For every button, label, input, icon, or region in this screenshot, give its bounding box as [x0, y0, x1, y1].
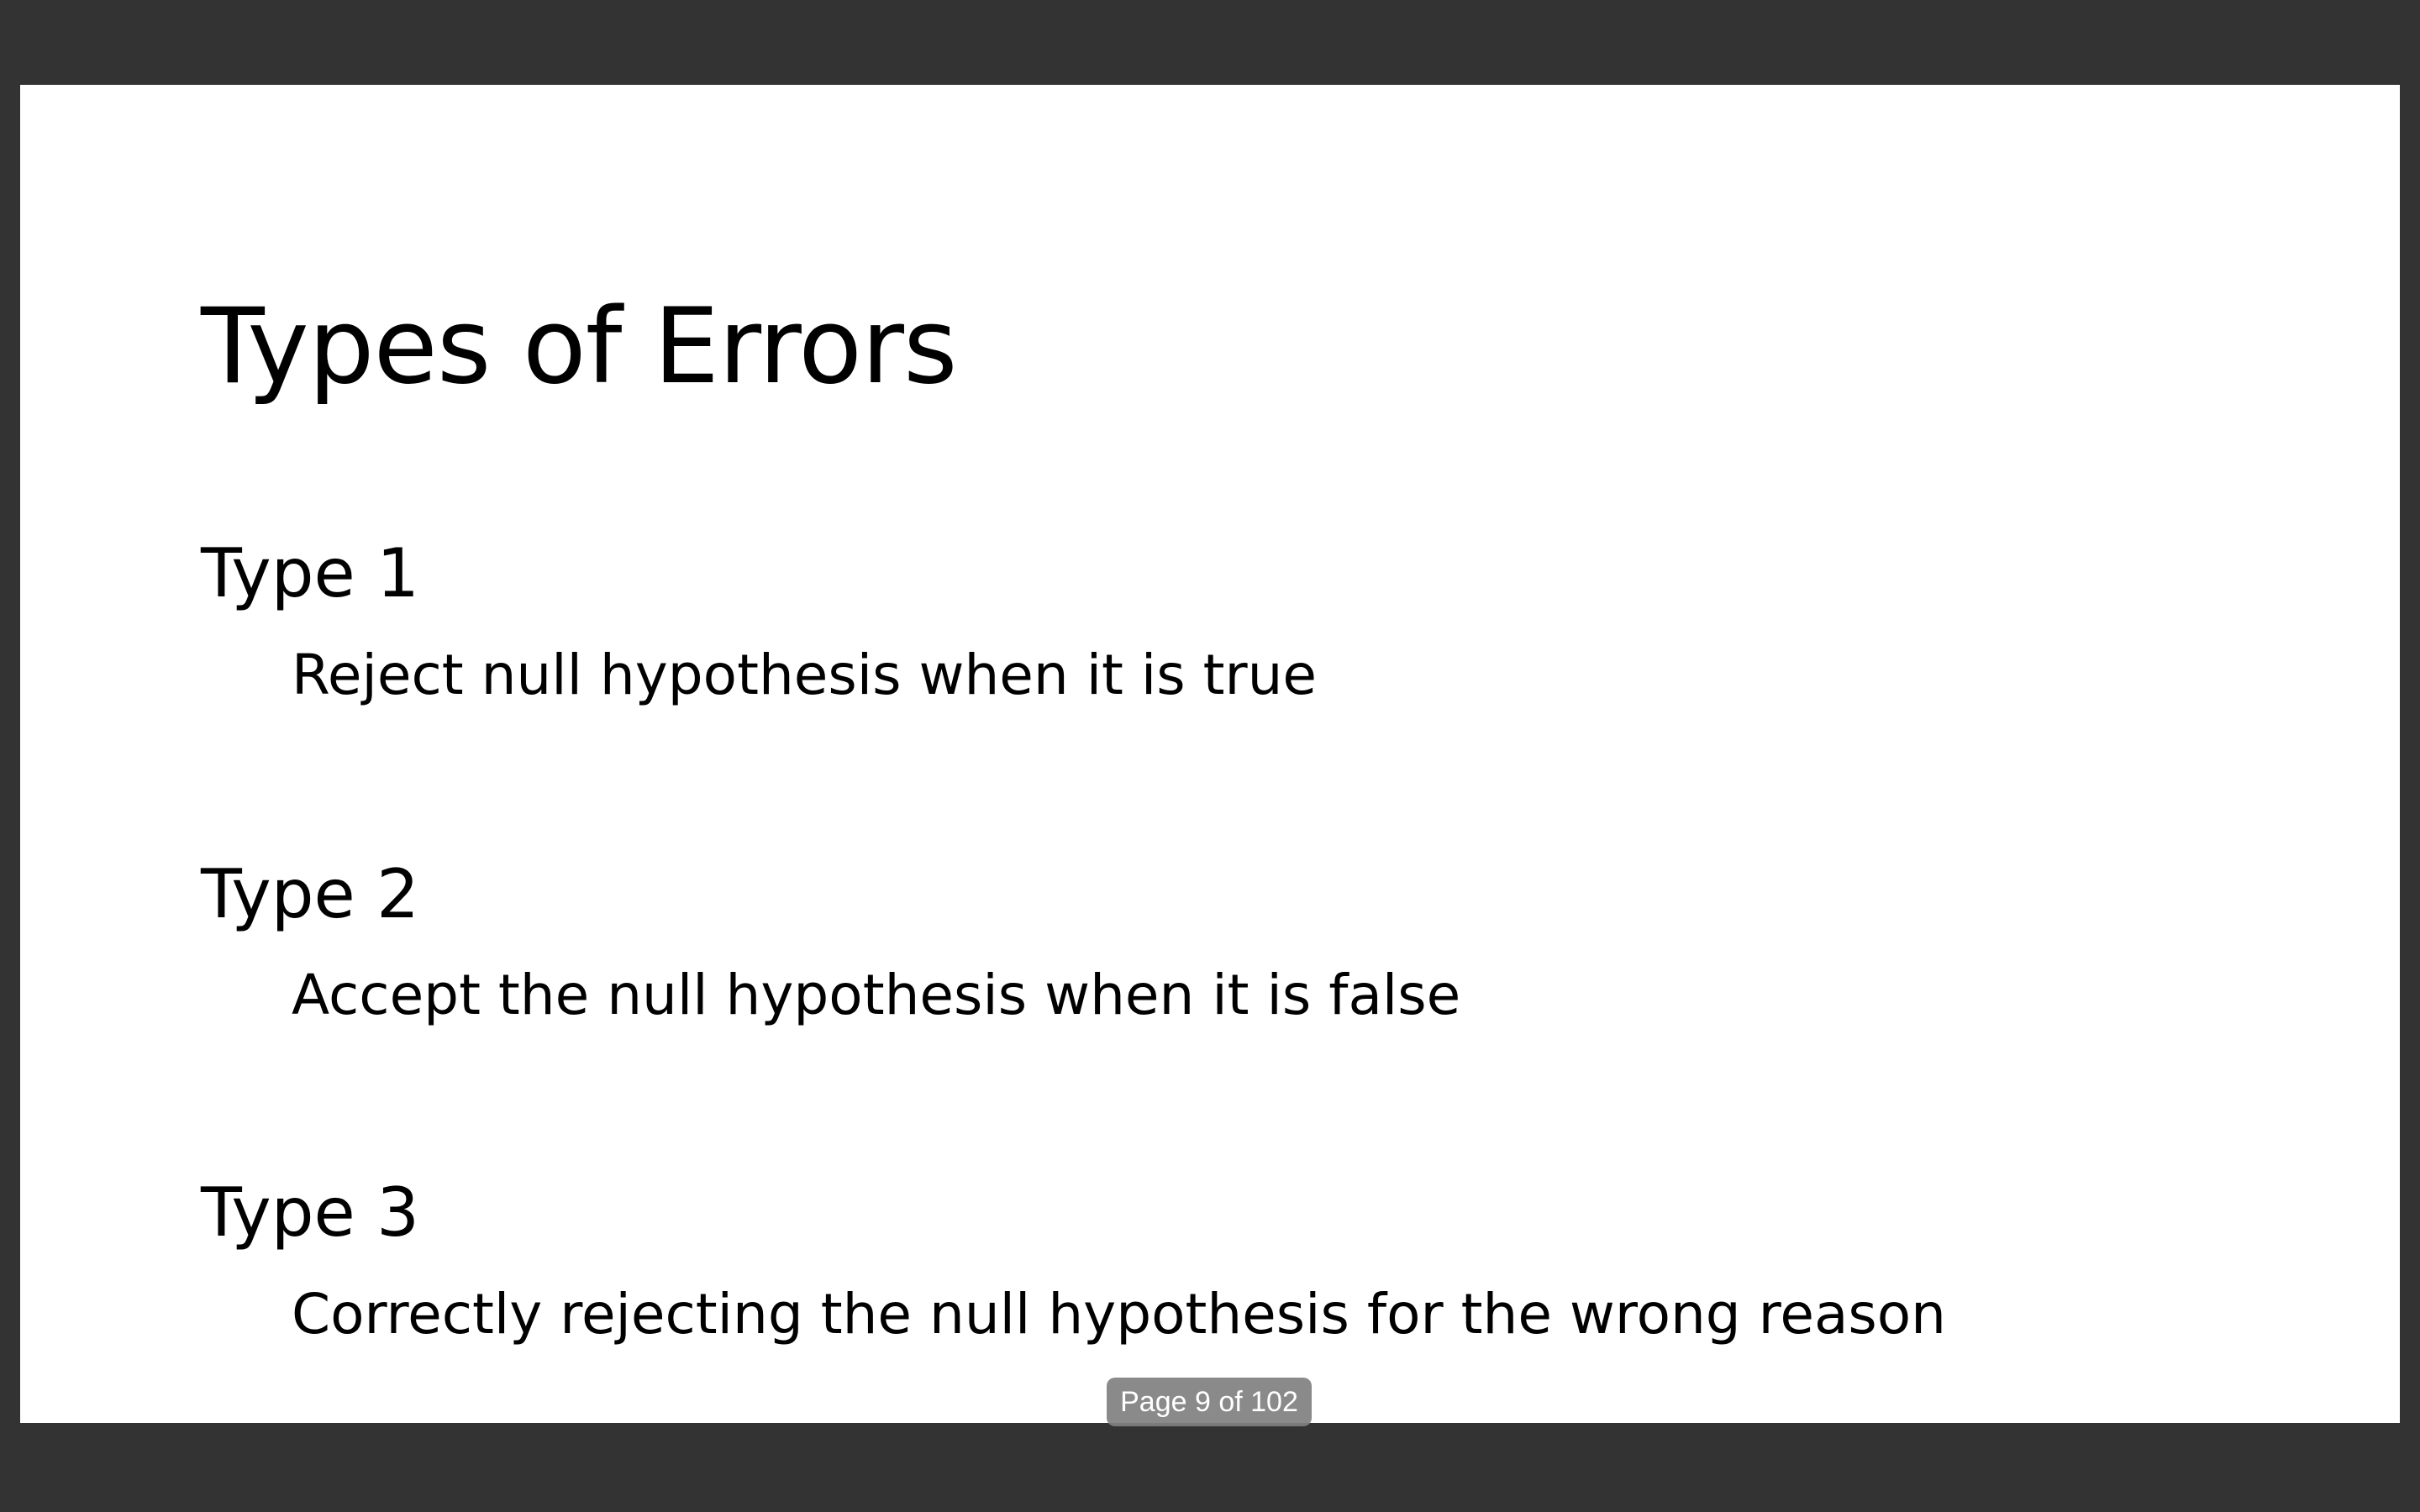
section-description-type-3: Correctly rejecting the null hypothesis … — [292, 1282, 1946, 1347]
slide-title: Types of Errors — [201, 286, 958, 407]
slide-page: Types of Errors Type 1 Reject null hypot… — [20, 85, 2400, 1423]
section-description-type-2: Accept the null hypothesis when it is fa… — [292, 963, 1461, 1027]
section-description-type-1: Reject null hypothesis when it is true — [292, 643, 1318, 707]
section-heading-type-1: Type 1 — [201, 534, 420, 612]
page-indicator: Page 9 of 102 — [1107, 1378, 1312, 1426]
document-viewer: Types of Errors Type 1 Reject null hypot… — [0, 0, 2420, 1512]
section-heading-type-2: Type 2 — [201, 855, 420, 933]
section-heading-type-3: Type 3 — [201, 1173, 420, 1252]
